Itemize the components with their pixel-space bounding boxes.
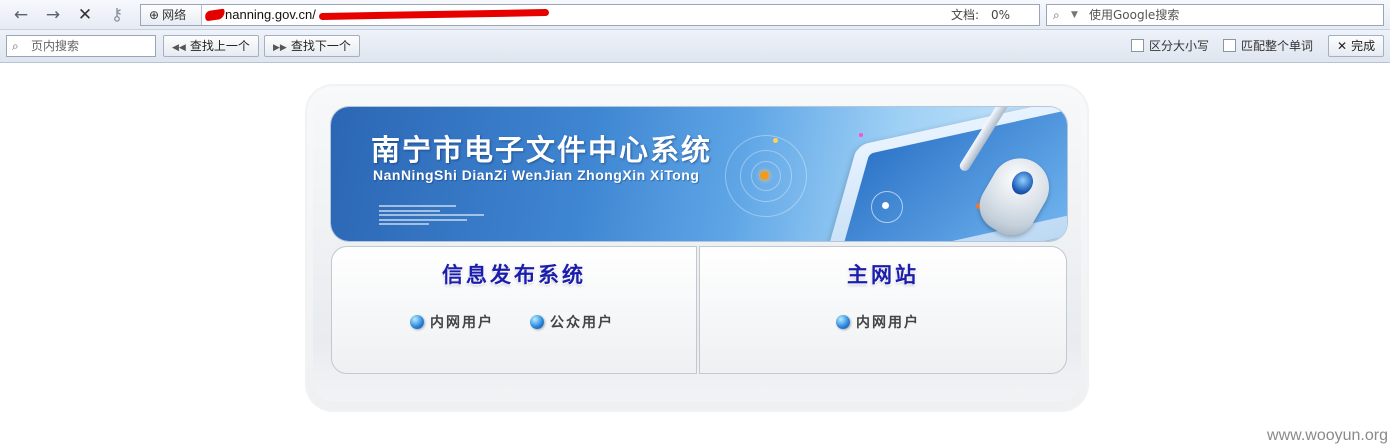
link-label: 内网用户 xyxy=(430,315,494,331)
banner-subtitle: NanNingShi DianZi WenJian ZhongXin XiTon… xyxy=(373,167,700,183)
doc-progress: 0% xyxy=(991,8,1011,22)
rewind-icon: ◀◀ xyxy=(172,43,186,53)
glow-dot xyxy=(760,171,769,180)
header-banner: 南宁市电子文件中心系统 NanNingShi DianZi WenJian Zh… xyxy=(331,107,1067,241)
banner-title: 南宁市电子文件中心系统 xyxy=(371,133,713,167)
globe-bullet-icon xyxy=(836,315,850,329)
find-prev-button[interactable]: ◀◀ 查找上一个 xyxy=(163,35,259,57)
done-label: 完成 xyxy=(1351,39,1376,53)
web-search-input[interactable]: ⌕ ▼ 使用Google搜索 xyxy=(1046,4,1384,26)
match-case-label: 区分大小写 xyxy=(1149,39,1210,53)
back-arrow-icon[interactable]: ← xyxy=(10,4,32,26)
intranet-user-link[interactable]: 内网用户 xyxy=(410,312,494,332)
redaction-scribble xyxy=(318,8,550,21)
link-label: 内网用户 xyxy=(856,315,920,331)
network-label: 网络 xyxy=(162,8,187,22)
find-bar: ⌕ 页内搜索 ◀◀ 查找上一个 ▶▶ 查找下一个 区分大小写 匹配整个单词 ✕ 完成 xyxy=(0,30,1390,63)
whole-word-checkbox[interactable]: 匹配整个单词 xyxy=(1223,38,1313,54)
info-system-panel: 信息发布系统 内网用户 公众用户 xyxy=(331,246,697,374)
find-placeholder: 页内搜索 xyxy=(31,39,80,53)
doc-label: 文档: xyxy=(951,8,980,22)
browser-toolbar: ← → ✕ ⚷ ⊕ 网络 nanning.gov.cn/ 文档: 0% ⌕ ▼ 使用… xyxy=(0,0,1390,30)
find-prev-label: 查找上一个 xyxy=(189,39,250,53)
watermark: www.wooyun.org xyxy=(1267,427,1388,444)
banner-fine-print xyxy=(379,205,489,228)
fast-forward-icon: ▶▶ xyxy=(273,43,287,53)
glow-dot xyxy=(859,133,863,137)
main-site-panel: 主网站 内网用户 xyxy=(699,246,1067,374)
panel-title: 信息发布系统 xyxy=(442,262,586,287)
forward-arrow-icon[interactable]: → xyxy=(42,4,64,26)
find-input[interactable]: ⌕ 页内搜索 xyxy=(6,35,156,57)
chevron-down-icon[interactable]: ▼ xyxy=(1071,5,1078,25)
close-icon: ✕ xyxy=(1337,39,1348,53)
find-next-button[interactable]: ▶▶ 查找下一个 xyxy=(264,35,360,57)
address-bar[interactable]: ⊕ 网络 nanning.gov.cn/ 文档: 0% xyxy=(140,4,1040,26)
globe-bullet-icon xyxy=(530,315,544,329)
public-user-link[interactable]: 公众用户 xyxy=(530,312,614,332)
link-label: 公众用户 xyxy=(550,315,614,331)
intranet-user-link[interactable]: 内网用户 xyxy=(836,312,920,332)
mouse-wheel xyxy=(1007,167,1038,199)
panel-title: 主网站 xyxy=(847,262,919,287)
stop-icon[interactable]: ✕ xyxy=(74,4,96,26)
glow-dot xyxy=(882,202,889,209)
search-icon: ⌕ xyxy=(1053,8,1060,22)
globe-icon: ⊕ xyxy=(149,8,160,22)
whole-word-label: 匹配整个单词 xyxy=(1241,39,1314,53)
checkbox-icon[interactable] xyxy=(1131,39,1144,52)
glow-dot xyxy=(773,138,778,143)
web-search-placeholder: 使用Google搜索 xyxy=(1089,8,1180,22)
checkbox-icon[interactable] xyxy=(1223,39,1236,52)
key-icon[interactable]: ⚷ xyxy=(106,4,128,26)
document-status: 文档: 0% xyxy=(951,5,1010,25)
globe-bullet-icon xyxy=(410,315,424,329)
search-icon: ⌕ xyxy=(12,39,19,53)
find-next-label: 查找下一个 xyxy=(290,39,351,53)
url-text[interactable]: nanning.gov.cn/ xyxy=(225,5,316,25)
match-case-checkbox[interactable]: 区分大小写 xyxy=(1131,38,1209,54)
network-chip[interactable]: ⊕ 网络 xyxy=(141,5,202,25)
redaction-mark xyxy=(204,8,226,22)
done-button[interactable]: ✕ 完成 xyxy=(1328,35,1385,57)
